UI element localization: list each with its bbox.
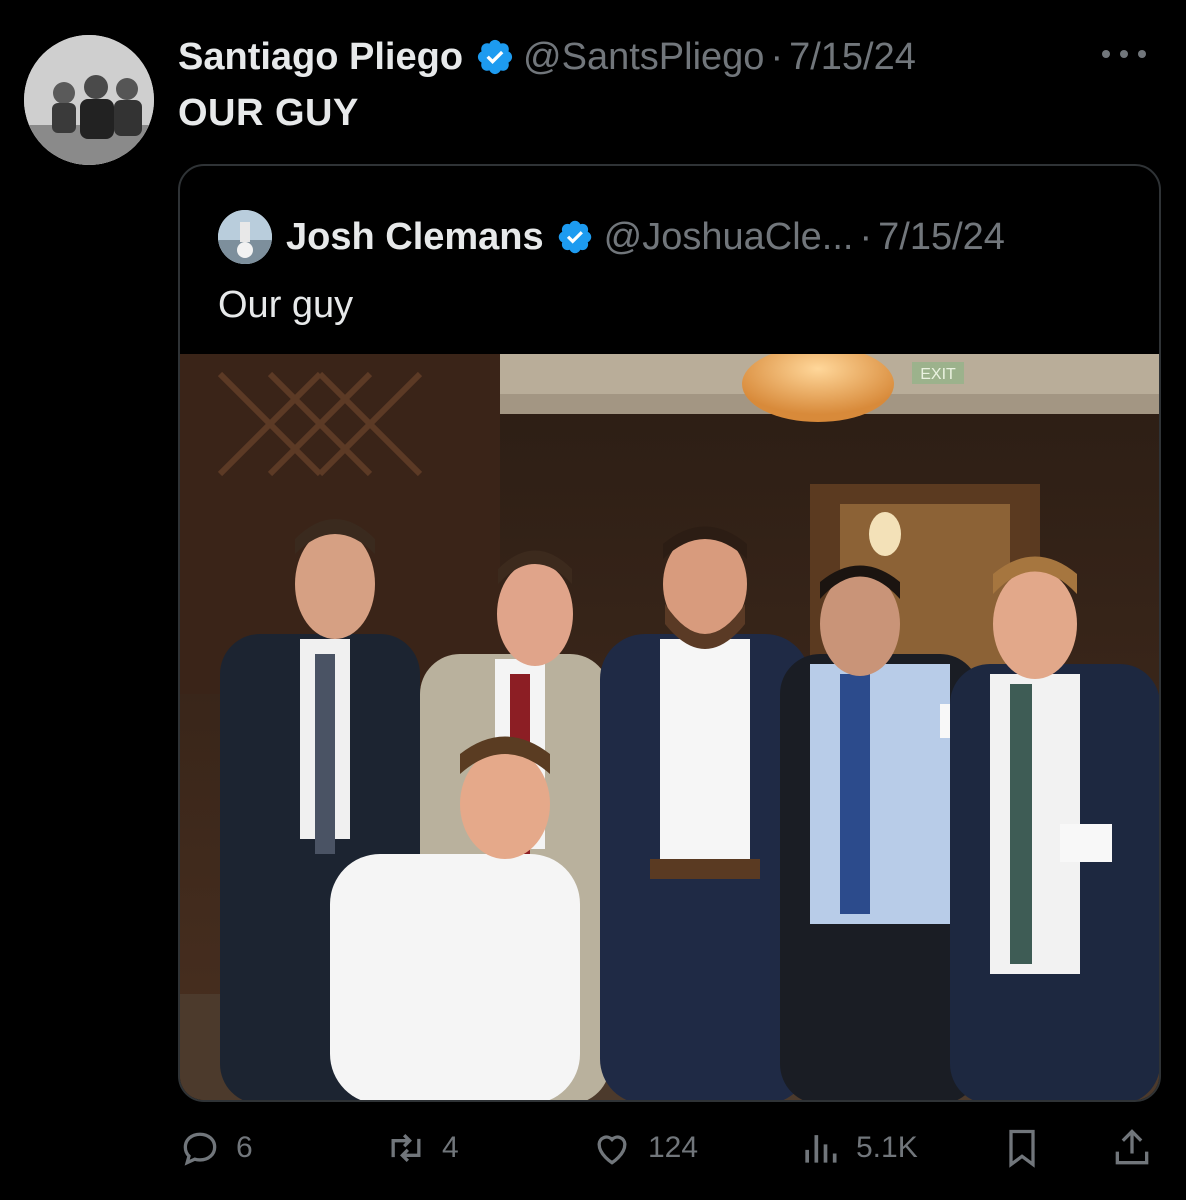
views-count: 5.1K [856,1131,918,1164]
verified-badge-icon [477,39,513,75]
quoted-verified-badge-icon [558,220,591,254]
author-handle[interactable]: @SantsPliego [523,36,764,79]
quoted-separator-dot: · [859,215,873,258]
quoted-avatar-photo [218,210,272,264]
quoted-author-handle[interactable]: @JoshuaCle... [604,216,854,259]
repost-icon [391,1133,421,1163]
separator-dot: · [770,35,784,78]
author-name[interactable]: Santiago Pliego [178,36,463,79]
tweet-date[interactable]: 7/15/24 [789,36,916,79]
views-icon [805,1135,837,1163]
like-icon [597,1135,627,1165]
like-button[interactable]: 124 [590,1120,698,1176]
quoted-tweet-header: Josh Clemans @JoshuaCle... · 7/15/24 [218,210,1005,264]
like-count: 124 [648,1131,699,1164]
views-button[interactable]: 5.1K [798,1120,918,1176]
bookmark-button[interactable] [1000,1120,1058,1176]
quoted-author-avatar [218,210,272,264]
reply-button[interactable]: 6 [178,1120,253,1176]
action-bar: 6 4 124 5.1K [178,1120,1158,1176]
quoted-tweet[interactable]: Josh Clemans @JoshuaCle... · 7/15/24 Our… [178,164,1161,1102]
share-button[interactable] [1110,1120,1168,1176]
repost-button[interactable]: 4 [384,1120,459,1176]
repost-count: 4 [442,1131,459,1164]
bookmark-icon [1009,1129,1035,1168]
quoted-tweet-photo[interactable]: EXIT [180,346,1159,1100]
more-icon[interactable] [1102,42,1146,66]
reply-icon [183,1132,217,1166]
group-photo-illustration: EXIT [180,346,1159,1100]
quoted-tweet-text: Our guy [218,284,354,326]
author-avatar[interactable] [24,35,154,165]
share-icon [1115,1129,1149,1165]
avatar-photo [24,35,154,165]
quoted-author-name[interactable]: Josh Clemans [286,216,544,259]
tweet-text: OUR GUY [178,92,359,134]
tweet-header: Santiago Pliego @SantsPliego · 7/15/24 [178,30,1146,84]
exit-sign-text: EXIT [920,366,956,383]
quoted-tweet-date[interactable]: 7/15/24 [878,216,1005,259]
reply-count: 6 [236,1131,253,1164]
